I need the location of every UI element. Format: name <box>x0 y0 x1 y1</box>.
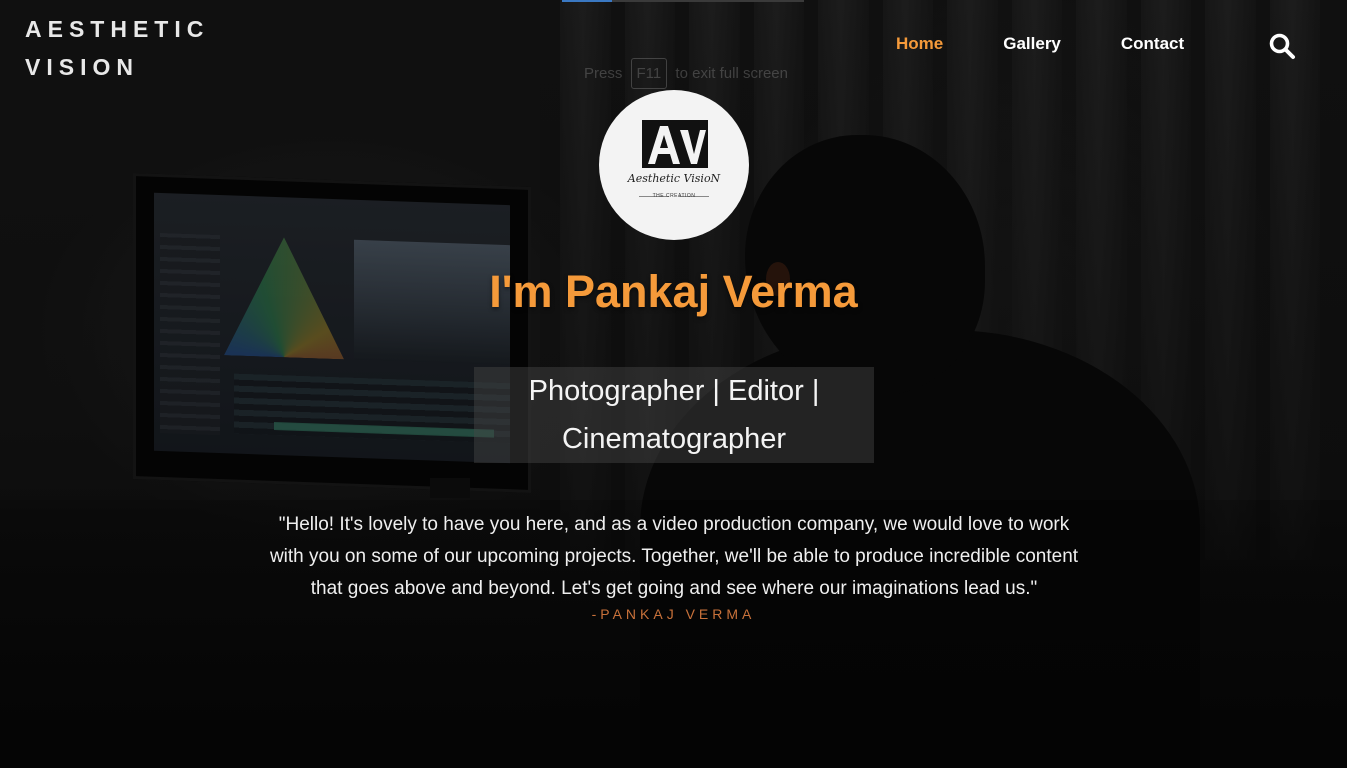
fullscreen-key: F11 <box>630 58 668 89</box>
logo-script-text: Aesthetic VisioN <box>627 172 721 185</box>
hero-quote: "Hello! It's lovely to have you here, an… <box>269 514 1079 599</box>
fullscreen-notice-suffix: to exit full screen <box>675 65 788 82</box>
nav-contact[interactable]: Contact <box>1121 34 1184 54</box>
nav-home[interactable]: Home <box>896 34 943 54</box>
brand-line-1: AESTHETIC <box>25 16 210 42</box>
search-button[interactable] <box>1268 32 1296 60</box>
fullscreen-indicator <box>562 0 804 2</box>
quote-author: -PANKAJ VERMA <box>591 606 756 622</box>
fullscreen-notice: Press F11 to exit full screen <box>584 58 788 89</box>
nav-gallery[interactable]: Gallery <box>1003 34 1061 54</box>
search-icon <box>1269 33 1295 59</box>
profile-logo: Aesthetic VisioN THE CREATION <box>599 90 749 240</box>
brand-logo-text[interactable]: AESTHETIC VISION <box>25 10 209 86</box>
brand-line-2: VISION <box>25 54 139 80</box>
hero-section: Press F11 to exit full screen AESTHETIC … <box>0 0 1347 768</box>
av-logo-mark <box>642 120 708 168</box>
main-nav: Home Gallery Contact <box>896 34 1244 54</box>
fullscreen-notice-prefix: Press <box>584 65 623 82</box>
logo-sub-text: THE CREATION <box>652 193 696 199</box>
roles-box: Photographer | Editor | Cinematographer <box>474 367 874 463</box>
hero-headline: I'm Pankaj Verma <box>489 266 858 317</box>
av-logo-icon <box>642 120 708 168</box>
